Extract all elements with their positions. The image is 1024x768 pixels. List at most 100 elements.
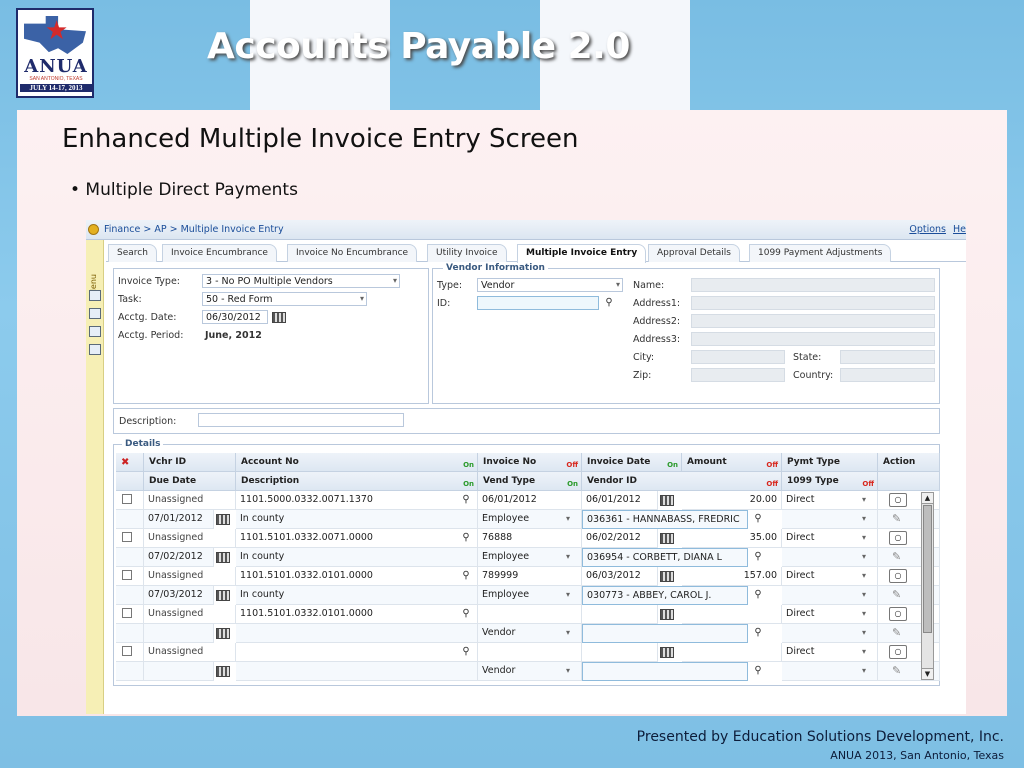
tab-invoice-no-encumbrance[interactable]: Invoice No Encumbrance [287, 244, 418, 262]
amount-input[interactable]: 157.00 [682, 567, 782, 586]
help-link[interactable]: He [953, 224, 966, 235]
description-input[interactable]: In county [236, 586, 478, 605]
search-icon[interactable]: ⚲ [752, 665, 764, 677]
export-icon[interactable] [89, 344, 101, 355]
description-input[interactable] [236, 662, 478, 681]
calendar-icon[interactable] [216, 514, 230, 525]
search-icon[interactable]: ⚲ [603, 297, 615, 309]
attachment-icon[interactable]: ✎ [892, 550, 901, 563]
calendar-icon[interactable] [660, 571, 674, 582]
breadcrumb[interactable]: Finance > AP > Multiple Invoice Entry [104, 224, 284, 235]
amount-input[interactable] [682, 643, 782, 662]
calendar-icon[interactable] [660, 609, 674, 620]
tab-multiple-invoice-entry[interactable]: Multiple Invoice Entry [517, 244, 647, 263]
invoice-no-input[interactable]: 76888 [478, 529, 582, 548]
search-icon[interactable]: ⚲ [752, 551, 764, 563]
vendor-id-input[interactable]: 036954 - CORBETT, DIANA L [582, 548, 748, 567]
row-checkbox[interactable] [122, 570, 132, 580]
toggle-off[interactable]: Off [766, 461, 778, 469]
spreadsheet-icon[interactable] [89, 326, 101, 337]
action-button[interactable]: ○ [889, 607, 907, 621]
tab-approval-details[interactable]: Approval Details [648, 244, 740, 262]
invoice-no-input[interactable] [478, 643, 582, 662]
toggle-on[interactable]: On [463, 480, 474, 488]
toggle-on[interactable]: On [463, 461, 474, 469]
delete-icon[interactable]: ✖ [121, 457, 129, 468]
invoice-type-select[interactable]: 3 - No PO Multiple Vendors ▾ [202, 274, 400, 288]
row-checkbox[interactable] [122, 532, 132, 542]
row-checkbox[interactable] [122, 494, 132, 504]
account-no-input[interactable]: 1101.5101.0332.0101.0000 [236, 605, 478, 624]
menu-sidebar[interactable]: Menu [86, 240, 104, 714]
home-icon[interactable] [88, 224, 99, 235]
action-button[interactable]: ○ [889, 493, 907, 507]
description-input[interactable] [198, 413, 404, 427]
toggle-on[interactable]: On [567, 480, 578, 488]
calendar-icon[interactable] [216, 666, 230, 677]
description-input[interactable] [236, 624, 478, 643]
acctg-date-field[interactable]: 06/30/2012 [202, 310, 268, 324]
calendar-icon[interactable] [660, 647, 674, 658]
amount-input[interactable]: 35.00 [682, 529, 782, 548]
toggle-off[interactable]: Off [566, 461, 578, 469]
grid-scrollbar[interactable]: ▲ ▼ [921, 492, 934, 680]
action-button[interactable]: ○ [889, 569, 907, 583]
search-icon[interactable]: ⚲ [460, 494, 472, 506]
account-no-input[interactable]: 1101.5000.0332.0071.1370 [236, 491, 478, 510]
vendor-id-input[interactable]: 030773 - ABBEY, CAROL J. [582, 586, 748, 605]
calendar-icon[interactable] [216, 552, 230, 563]
search-icon[interactable]: ⚲ [460, 532, 472, 544]
vendor-id-input[interactable] [582, 662, 748, 681]
invoice-date-input[interactable] [582, 643, 658, 662]
attachment-icon[interactable]: ✎ [892, 512, 901, 525]
invoice-no-input[interactable] [478, 605, 582, 624]
search-icon[interactable]: ⚲ [752, 589, 764, 601]
action-button[interactable]: ○ [889, 531, 907, 545]
description-input[interactable]: In county [236, 510, 478, 529]
tab-search[interactable]: Search [108, 244, 157, 262]
toggle-off[interactable]: Off [862, 480, 874, 488]
scroll-up-arrow[interactable]: ▲ [922, 493, 933, 504]
attachment-icon[interactable]: ✎ [892, 588, 901, 601]
attachment-icon[interactable]: ✎ [892, 664, 901, 677]
calendar-icon[interactable] [216, 628, 230, 639]
tab-invoice-encumbrance[interactable]: Invoice Encumbrance [162, 244, 277, 262]
invoice-no-input[interactable]: 06/01/2012 [478, 491, 582, 510]
invoice-date-input[interactable]: 06/01/2012 [582, 491, 658, 510]
options-link[interactable]: Options [909, 224, 946, 235]
report-icon[interactable] [89, 308, 101, 319]
due-date-input[interactable]: 07/01/2012 [144, 510, 214, 529]
search-icon[interactable]: ⚲ [752, 627, 764, 639]
calendar-icon[interactable] [660, 495, 674, 506]
invoice-date-input[interactable]: 06/03/2012 [582, 567, 658, 586]
vendor-id-input[interactable] [582, 624, 748, 643]
tab-1099-payment-adjustments[interactable]: 1099 Payment Adjustments [749, 244, 892, 262]
account-no-input[interactable] [236, 643, 478, 662]
row-checkbox[interactable] [122, 646, 132, 656]
due-date-input[interactable]: 07/03/2012 [144, 586, 214, 605]
search-icon[interactable]: ⚲ [752, 513, 764, 525]
invoice-no-input[interactable]: 789999 [478, 567, 582, 586]
action-button[interactable]: ○ [889, 645, 907, 659]
task-select[interactable]: 50 - Red Form ▾ [202, 292, 367, 306]
calendar-icon[interactable] [660, 533, 674, 544]
scrollbar-thumb[interactable] [923, 505, 932, 633]
amount-input[interactable]: 20.00 [682, 491, 782, 510]
search-icon[interactable]: ⚲ [460, 570, 472, 582]
attachment-icon[interactable]: ✎ [892, 626, 901, 639]
account-no-input[interactable]: 1101.5101.0332.0071.0000 [236, 529, 478, 548]
account-no-input[interactable]: 1101.5101.0332.0101.0000 [236, 567, 478, 586]
due-date-input[interactable]: 07/02/2012 [144, 548, 214, 567]
calendar-icon[interactable] [272, 312, 286, 323]
calendar-icon[interactable] [216, 590, 230, 601]
amount-input[interactable] [682, 605, 782, 624]
vendor-type-select[interactable]: Vendor ▾ [477, 278, 623, 292]
delete-column-icon[interactable]: ✖ [116, 453, 144, 472]
row-checkbox[interactable] [122, 608, 132, 618]
vendor-id-input[interactable]: 036361 - HANNABASS, FREDRIC [582, 510, 748, 529]
vendor-id-input[interactable] [477, 296, 599, 310]
search-icon[interactable]: ⚲ [460, 646, 472, 658]
due-date-input[interactable] [144, 662, 214, 681]
invoice-date-input[interactable]: 06/02/2012 [582, 529, 658, 548]
description-input[interactable]: In county [236, 548, 478, 567]
